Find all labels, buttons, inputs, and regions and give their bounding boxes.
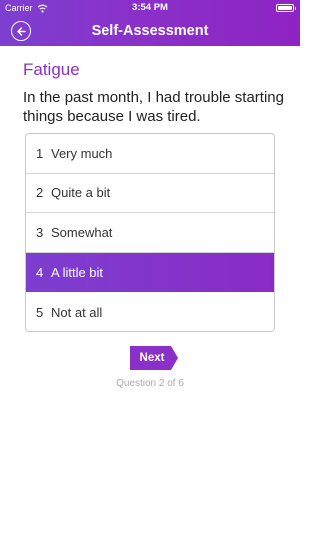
status-time: 3:54 PM bbox=[132, 2, 168, 13]
option-4[interactable]: 4 A little bit bbox=[26, 252, 274, 293]
option-5[interactable]: 5 Not at all bbox=[26, 292, 274, 331]
next-button[interactable]: Next bbox=[130, 346, 178, 370]
navbar: Self-Assessment bbox=[0, 16, 300, 46]
option-2[interactable]: 2 Quite a bit bbox=[26, 174, 274, 214]
option-label: Not at all bbox=[51, 304, 103, 320]
page-title: Self-Assessment bbox=[91, 23, 209, 39]
option-number: 5 bbox=[36, 304, 44, 320]
option-label: Somewhat bbox=[51, 224, 113, 240]
question-progress: Question 2 of 6 bbox=[116, 378, 184, 389]
option-number: 1 bbox=[36, 145, 44, 161]
option-number: 3 bbox=[36, 224, 44, 240]
option-number: 4 bbox=[36, 264, 44, 280]
status-bar: Carrier 3:54 PM bbox=[0, 0, 300, 16]
answer-options-list: 1 Very much 2 Quite a bit 3 Somewhat 4 A little… bbox=[25, 133, 275, 332]
option-label: Quite a bit bbox=[51, 185, 111, 201]
battery-icon bbox=[275, 4, 296, 12]
option-1[interactable]: 1 Very much bbox=[26, 134, 274, 174]
option-number: 2 bbox=[36, 185, 44, 201]
question-text: In the past month, I had trouble startin… bbox=[23, 89, 284, 125]
option-label: Very much bbox=[51, 145, 113, 161]
header: Carrier 3:54 PM Self-Assessment bbox=[0, 0, 300, 46]
option-label: A little bit bbox=[51, 264, 104, 280]
question-title: Fatigue bbox=[23, 60, 80, 79]
option-3[interactable]: 3 Somewhat bbox=[26, 213, 274, 253]
